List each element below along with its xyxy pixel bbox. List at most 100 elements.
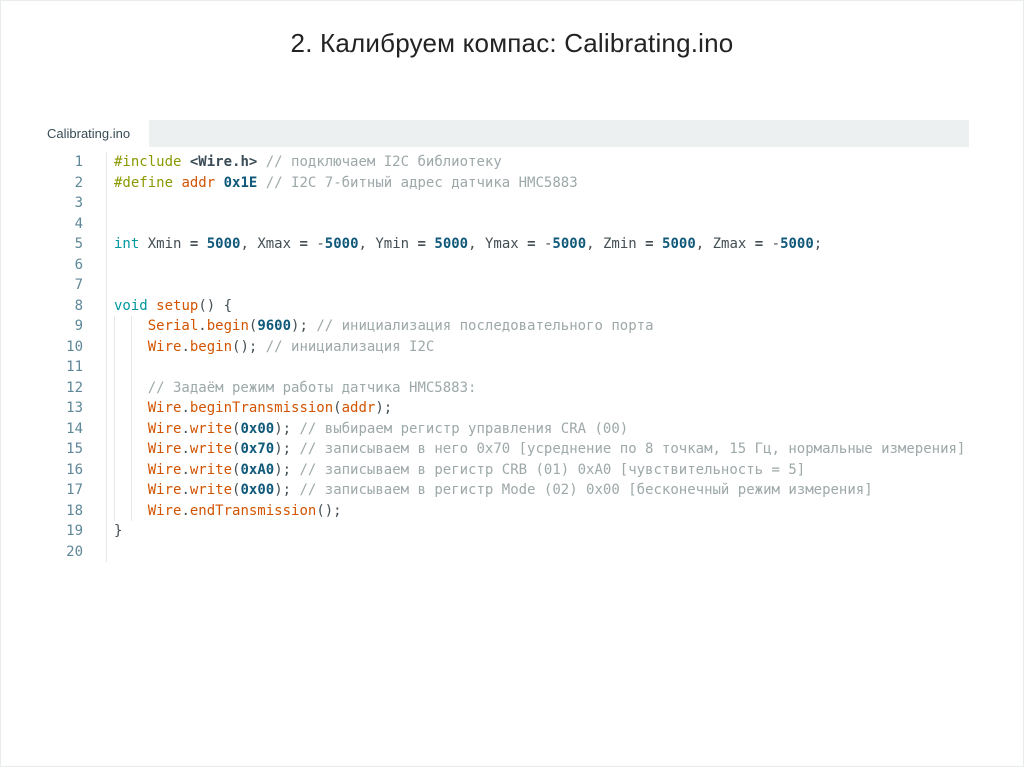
code-token: -	[535, 236, 553, 252]
code-token: 0x70	[240, 441, 275, 457]
code-text: #define addr 0x1E // I2C 7-битный адрес …	[106, 172, 969, 193]
code-text: // Задаём режим работы датчика HMC5883:	[106, 377, 969, 398]
indent-guide	[114, 439, 115, 460]
code-token: , Zmax	[695, 236, 755, 252]
code-token: Wire	[147, 420, 182, 437]
code-token: , Ymax	[468, 236, 528, 252]
code-line[interactable]: 16 Wire.write(0xA0); // записываем в рег…	[47, 459, 969, 480]
code-token: // инициализация последовательного порта	[316, 318, 654, 334]
code-token: Xmin	[139, 236, 190, 252]
code-line[interactable]: 18 Wire.endTransmission();	[47, 500, 969, 521]
indent-guide	[114, 377, 115, 398]
code-line[interactable]: 6	[47, 254, 969, 275]
code-token: 5000	[434, 236, 469, 252]
code-token: 5000	[780, 236, 814, 252]
code-text: Wire.endTransmission();	[106, 500, 969, 521]
code-token: .	[198, 318, 207, 334]
code-token: // записываем в него 0x70 [усреднение по…	[299, 441, 966, 457]
code-lines[interactable]: 1 #include <Wire.h> // подключаем I2C биб…	[47, 152, 969, 562]
code-text	[106, 357, 969, 378]
code-token: Wire	[147, 338, 182, 355]
code-token: 5000	[206, 236, 241, 252]
code-token: void	[114, 297, 148, 314]
code-token: Wire	[147, 461, 182, 478]
code-line[interactable]: 15 Wire.write(0x70); // записываем в нег…	[47, 439, 969, 460]
code-token: .	[181, 502, 190, 519]
code-text: }	[106, 521, 969, 542]
code-line[interactable]: 2 #define addr 0x1E // I2C 7-битный адрес…	[47, 172, 969, 193]
line-number: 20	[66, 543, 83, 560]
code-line[interactable]: 20	[47, 541, 969, 562]
tab-label: Calibrating.ino	[47, 126, 131, 141]
code-token: );	[274, 461, 300, 478]
code-token: Wire	[147, 441, 182, 457]
code-token: );	[375, 400, 393, 416]
code-line[interactable]: 11	[47, 357, 969, 378]
code-token: ();	[232, 338, 266, 355]
code-text: Wire.write(0x00); // выбираем регистр уп…	[106, 418, 969, 439]
line-number: 8	[74, 297, 83, 314]
code-token: write	[189, 482, 233, 498]
line-number: 17	[66, 482, 83, 498]
code-token: beginTransmission	[189, 400, 334, 416]
code-line[interactable]: 5 int Xmin = 5000, Xmax = -5000, Ymin = 5…	[47, 234, 969, 255]
code-token: 5000	[324, 236, 359, 252]
code-token: 0x1E	[223, 174, 258, 191]
code-token: .	[181, 400, 190, 416]
code-token: .	[181, 482, 190, 498]
code-line[interactable]: 9 Serial.begin(9600); // инициализация п…	[47, 316, 969, 337]
code-token: -	[763, 236, 781, 252]
code-token: );	[274, 482, 300, 498]
indent-guide	[131, 336, 132, 357]
indent-guide	[131, 439, 132, 460]
tab-calibrating-ino[interactable]: Calibrating.ino	[47, 120, 149, 147]
code-line[interactable]: 1 #include <Wire.h> // подключаем I2C биб…	[47, 152, 969, 173]
code-token: () {	[198, 297, 233, 314]
code-token: addr	[341, 400, 376, 416]
indent-guide	[114, 459, 115, 480]
line-number: 3	[74, 195, 83, 211]
indent-guide	[114, 398, 115, 419]
code-token: , Xmax	[240, 236, 300, 252]
code-text	[106, 541, 969, 562]
code-token: =	[527, 236, 536, 252]
indent-guide	[114, 316, 115, 337]
code-line[interactable]: 4	[47, 213, 969, 234]
code-line[interactable]: 3	[47, 193, 969, 214]
code-token: <Wire.h>	[189, 154, 258, 170]
code-token: 0xA0	[240, 461, 275, 478]
code-token: // записываем в регистр CRB (01) 0xA0 [ч…	[299, 461, 806, 478]
code-text	[106, 193, 969, 214]
code-token: -	[307, 236, 325, 252]
code-line[interactable]: 17 Wire.write(0x00); // записываем в рег…	[47, 480, 969, 501]
code-token: addr	[181, 174, 216, 191]
code-line[interactable]: 14 Wire.write(0x00); // выбираем регистр…	[47, 418, 969, 439]
code-token: // Задаём режим работы датчика HMC5883:	[147, 379, 477, 396]
code-token: );	[274, 441, 300, 457]
code-line[interactable]: 12 // Задаём режим работы датчика HMC588…	[47, 377, 969, 398]
page-title: 2. Калибруем компас: Calibrating.ino	[290, 28, 734, 58]
code-token: Wire	[147, 482, 182, 498]
code-line[interactable]: 8 void setup() {	[47, 295, 969, 316]
line-number: 7	[74, 277, 83, 293]
code-token: 0x00	[240, 420, 275, 437]
code-line[interactable]: 10 Wire.begin(); // инициализация I2C	[47, 336, 969, 357]
code-token: =	[645, 236, 654, 252]
indent-guide	[131, 500, 132, 521]
code-line[interactable]: 19}	[47, 521, 969, 542]
code-token: 9600	[257, 318, 292, 334]
code-token: .	[181, 338, 190, 355]
code-token: 0x00	[240, 482, 275, 498]
line-number: 18	[66, 502, 83, 519]
line-number: 19	[66, 523, 83, 539]
code-token: begin	[206, 318, 249, 334]
code-line[interactable]: 7	[47, 275, 969, 296]
code-token: =	[754, 236, 764, 252]
code-line[interactable]: 13 Wire.beginTransmission(addr);	[47, 398, 969, 419]
code-text: void setup() {	[106, 295, 969, 316]
